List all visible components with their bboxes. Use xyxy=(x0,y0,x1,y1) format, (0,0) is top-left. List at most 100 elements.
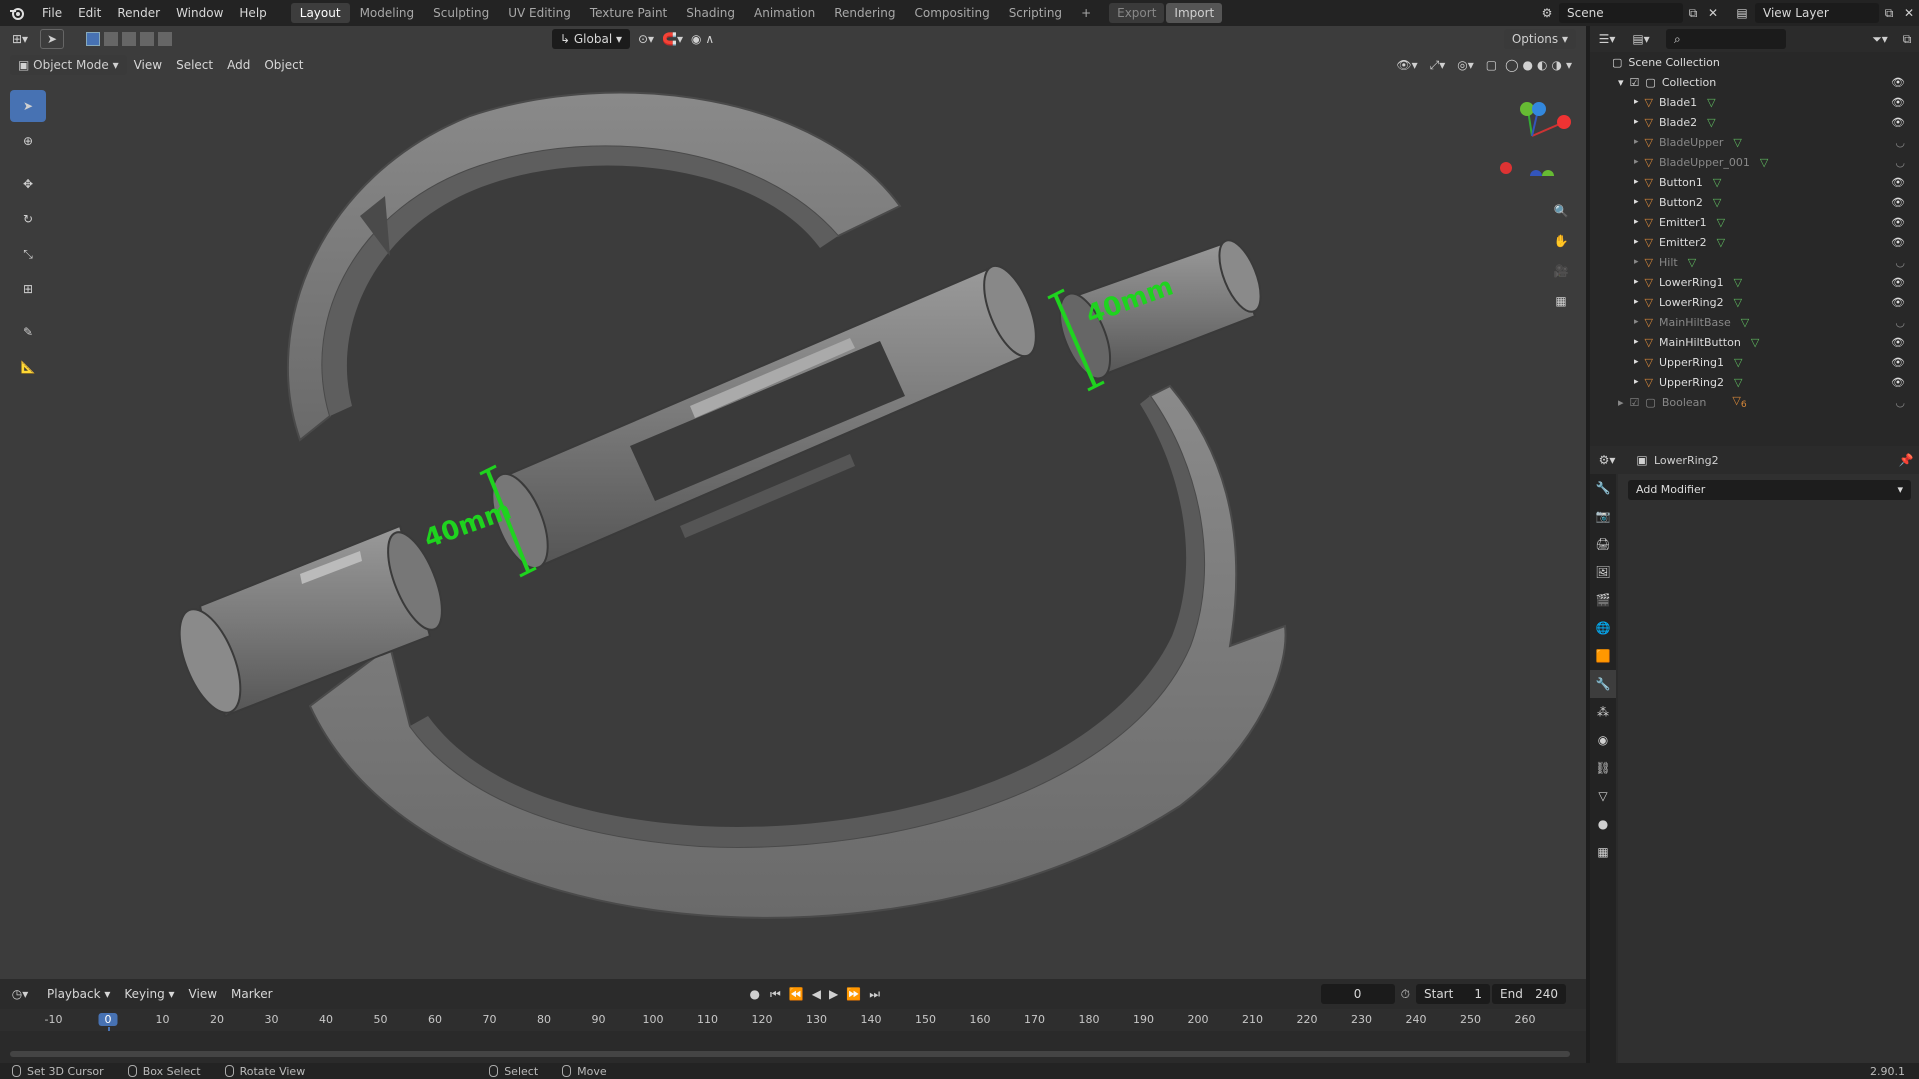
eye-hidden-icon[interactable]: ◡ xyxy=(1895,136,1905,149)
expand-arrow-icon[interactable]: ▸ xyxy=(1634,257,1639,267)
tab-sculpting[interactable]: Sculpting xyxy=(424,3,498,23)
expand-arrow-icon[interactable]: ▸ xyxy=(1634,357,1639,367)
timeline-tracks[interactable] xyxy=(0,1031,1586,1063)
eye-icon[interactable]: 👁 xyxy=(1891,216,1905,229)
options-button[interactable]: Options ▾ xyxy=(1503,29,1576,49)
outliner-item[interactable]: ▸ ▽ Blade1 ▽ 👁 xyxy=(1590,92,1919,112)
import-button[interactable]: Import xyxy=(1166,3,1223,23)
outliner-item[interactable]: ▸ ▽ Emitter2 ▽ 👁 xyxy=(1590,232,1919,252)
expand-arrow-icon[interactable]: ▸ xyxy=(1634,217,1639,227)
menu-view[interactable]: View xyxy=(182,987,224,1001)
delete-view-layer-icon[interactable]: ✕ xyxy=(1899,6,1919,20)
3d-viewport[interactable]: 40mm 40mm ⊞▾ ➤ ↳ Global ▾ ⊙▾ 🧲▾ ◉ ∧ Opti… xyxy=(0,26,1586,979)
export-button[interactable]: Export xyxy=(1109,3,1165,23)
pan-hand-icon[interactable]: ✋ xyxy=(1546,226,1576,256)
world-tab-icon[interactable]: 🌐 xyxy=(1590,614,1616,642)
new-collection-icon[interactable]: ⧉ xyxy=(1895,32,1919,47)
menu-view[interactable]: View xyxy=(127,58,169,72)
expand-arrow-icon[interactable]: ▸ xyxy=(1634,297,1639,307)
gizmo-toggle-icon[interactable]: ⤢▾ xyxy=(1430,58,1446,73)
render-tab-icon[interactable]: 📷 xyxy=(1590,502,1616,530)
transform-tool-icon[interactable]: ⊞ xyxy=(10,273,46,305)
object-tab-icon[interactable]: 🟧 xyxy=(1590,642,1616,670)
menu-render[interactable]: Render xyxy=(109,0,168,26)
menu-add[interactable]: Add xyxy=(220,58,257,72)
pin-icon[interactable]: 📌 xyxy=(1893,453,1919,467)
tool-tab-icon[interactable]: 🔧 xyxy=(1590,474,1616,502)
expand-arrow-icon[interactable]: ▸ xyxy=(1634,117,1639,127)
cursor-tool-icon[interactable]: ⊕ xyxy=(10,125,46,157)
shading-rendered-icon[interactable]: ◑ xyxy=(1551,58,1561,72)
expand-arrow-icon[interactable]: ▸ xyxy=(1634,317,1639,327)
menu-file[interactable]: File xyxy=(34,0,70,26)
add-modifier-dropdown[interactable]: Add Modifier ▾ xyxy=(1628,480,1911,500)
proportional-edit-icon[interactable]: ◉ ∧ xyxy=(691,32,714,46)
tab-rendering[interactable]: Rendering xyxy=(825,3,904,23)
zoom-icon[interactable]: 🔍 xyxy=(1546,196,1576,226)
end-frame-field[interactable]: End 240 xyxy=(1492,984,1566,1004)
mode-selector[interactable]: ▣ Object Mode ▾ xyxy=(10,55,127,75)
scene-collection-row[interactable]: ▢ Scene Collection xyxy=(1590,52,1919,72)
eye-icon[interactable]: 👁 xyxy=(1891,236,1905,249)
shading-options-icon[interactable]: ▾ xyxy=(1566,58,1572,72)
new-scene-icon[interactable]: ⧉ xyxy=(1683,6,1703,21)
material-tab-icon[interactable]: ● xyxy=(1590,810,1616,838)
display-mode-icon[interactable]: ▤▾ xyxy=(1624,32,1658,46)
editor-type-icon[interactable]: ⊞▾ xyxy=(0,32,40,46)
expand-arrow-icon[interactable]: ▸ xyxy=(1634,177,1639,187)
new-view-layer-icon[interactable]: ⧉ xyxy=(1879,6,1899,21)
annotate-tool-icon[interactable]: ✎ xyxy=(10,316,46,348)
snap-icon[interactable]: 🧲▾ xyxy=(662,32,683,46)
modifier-tab-icon[interactable]: 🔧 xyxy=(1590,670,1616,698)
expand-arrow-icon[interactable]: ▸ xyxy=(1634,197,1639,207)
eye-icon[interactable]: 👁 xyxy=(1891,176,1905,189)
checkbox-icon[interactable]: ☑ xyxy=(1630,76,1640,89)
start-frame-field[interactable]: Start 1 xyxy=(1416,984,1490,1004)
outliner-item[interactable]: ▸ ▽ BladeUpper_001 ▽ ◡ xyxy=(1590,152,1919,172)
view-layer-icon[interactable]: ▤ xyxy=(1729,6,1755,20)
overlay-toggle-icon[interactable]: ◎▾ xyxy=(1457,58,1474,72)
outliner-item[interactable]: ▸ ▽ Button2 ▽ 👁 xyxy=(1590,192,1919,212)
eye-icon[interactable]: 👁 xyxy=(1891,76,1905,89)
expand-arrow-icon[interactable]: ▸ xyxy=(1618,396,1624,409)
timeline-ruler[interactable]: -10 0 10 20 30 40 50 60 70 80 90 100 110 120 130 140 150… xyxy=(0,1009,1586,1063)
tab-texture-paint[interactable]: Texture Paint xyxy=(581,3,676,23)
checkbox-icon[interactable]: ☑ xyxy=(1630,396,1640,409)
eye-icon[interactable]: 👁 xyxy=(1891,276,1905,289)
move-tool-icon[interactable]: ✥ xyxy=(10,168,46,200)
camera-view-icon[interactable]: 🎥 xyxy=(1546,256,1576,286)
eye-icon[interactable]: 👁 xyxy=(1891,356,1905,369)
menu-help[interactable]: Help xyxy=(231,0,274,26)
pivot-icon[interactable]: ⊙▾ xyxy=(638,32,654,46)
output-tab-icon[interactable]: 🖨 xyxy=(1590,530,1616,558)
blender-logo-icon[interactable] xyxy=(0,0,34,26)
xray-toggle-icon[interactable]: ▢ xyxy=(1486,58,1497,72)
stopwatch-icon[interactable]: ⏱ xyxy=(1401,987,1410,1002)
physics-tab-icon[interactable]: ◉ xyxy=(1590,726,1616,754)
next-keyframe-icon[interactable]: ⏩ xyxy=(846,987,861,1001)
timeline-scrollbar[interactable] xyxy=(10,1051,1570,1057)
shading-material-icon[interactable]: ◐ xyxy=(1537,58,1547,72)
properties-editor-icon[interactable]: ⚙▾ xyxy=(1590,453,1624,467)
eye-icon[interactable]: 👁 xyxy=(1891,376,1905,389)
eye-hidden-icon[interactable]: ◡ xyxy=(1895,156,1905,169)
expand-arrow-icon[interactable]: ▸ xyxy=(1634,137,1639,147)
add-workspace-button[interactable]: + xyxy=(1072,3,1100,23)
prev-keyframe-icon[interactable]: ⏪ xyxy=(789,987,804,1001)
outliner-item[interactable]: ▸ ▽ LowerRing1 ▽ 👁 xyxy=(1590,272,1919,292)
outliner-item[interactable]: ▸ ▽ Emitter1 ▽ 👁 xyxy=(1590,212,1919,232)
scene-icon[interactable]: ⚙ xyxy=(1535,6,1559,20)
record-icon[interactable]: ● xyxy=(750,987,760,1001)
menu-playback[interactable]: Playback ▾ xyxy=(40,987,117,1001)
menu-window[interactable]: Window xyxy=(168,0,231,26)
jump-start-icon[interactable]: ⏮ xyxy=(770,987,781,1002)
outliner-item[interactable]: ▸ ▽ UpperRing1 ▽ 👁 xyxy=(1590,352,1919,372)
eye-hidden-icon[interactable]: ◡ xyxy=(1895,396,1905,409)
navigation-gizmo[interactable] xyxy=(1492,96,1572,182)
select-box-tool-icon[interactable]: ➤ xyxy=(10,90,46,122)
tab-uv-editing[interactable]: UV Editing xyxy=(499,3,580,23)
expand-arrow-icon[interactable]: ▸ xyxy=(1634,157,1639,167)
play-reverse-icon[interactable]: ◀ xyxy=(812,987,821,1001)
data-tab-icon[interactable]: ▽ xyxy=(1590,782,1616,810)
expand-arrow-icon[interactable]: ▾ xyxy=(1618,76,1624,89)
